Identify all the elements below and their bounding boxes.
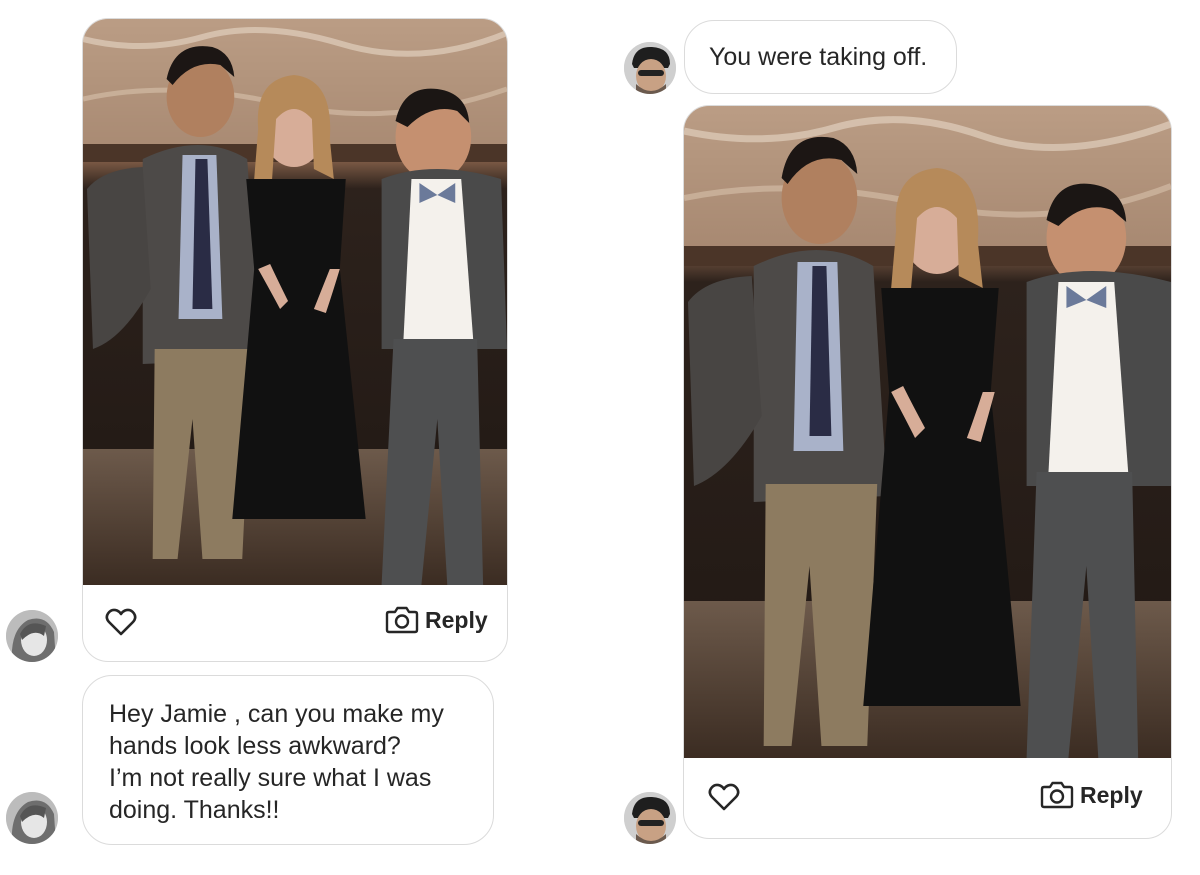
right-like-button[interactable]	[708, 782, 740, 817]
left-reply-button[interactable]: Reply	[385, 605, 488, 635]
avatar-image	[624, 792, 676, 844]
left-sender-avatar-1[interactable]	[6, 610, 58, 662]
camera-icon	[1040, 781, 1074, 809]
heart-icon	[105, 608, 137, 636]
avatar-image	[624, 42, 676, 94]
left-photo[interactable]	[83, 19, 507, 585]
left-like-button[interactable]	[105, 607, 137, 642]
right-sender-avatar-2[interactable]	[624, 792, 676, 844]
heart-icon	[708, 783, 740, 811]
avatar-image	[6, 792, 58, 844]
right-sender-avatar-1[interactable]	[624, 42, 676, 94]
left-text-message: Hey Jamie , can you make my hands look l…	[82, 675, 494, 845]
left-photo-image	[83, 19, 507, 585]
right-reply-label: Reply	[1080, 781, 1143, 808]
right-photo-image	[684, 106, 1171, 758]
right-photo[interactable]	[684, 106, 1171, 758]
camera-icon	[385, 606, 419, 634]
avatar-image	[6, 610, 58, 662]
left-reply-label: Reply	[425, 606, 488, 633]
left-sender-avatar-2[interactable]	[6, 792, 58, 844]
left-card-footer: Reply	[83, 583, 507, 661]
left-photo-message-card[interactable]: Reply	[82, 18, 508, 662]
right-reply-button[interactable]: Reply	[1040, 780, 1143, 810]
right-message-text: You were taking off.	[709, 42, 928, 71]
right-photo-message-card[interactable]: Reply	[683, 105, 1172, 839]
left-message-text: Hey Jamie , can you make my hands look l…	[109, 700, 444, 824]
right-card-footer: Reply	[684, 756, 1171, 838]
right-text-message: You were taking off.	[684, 20, 957, 94]
